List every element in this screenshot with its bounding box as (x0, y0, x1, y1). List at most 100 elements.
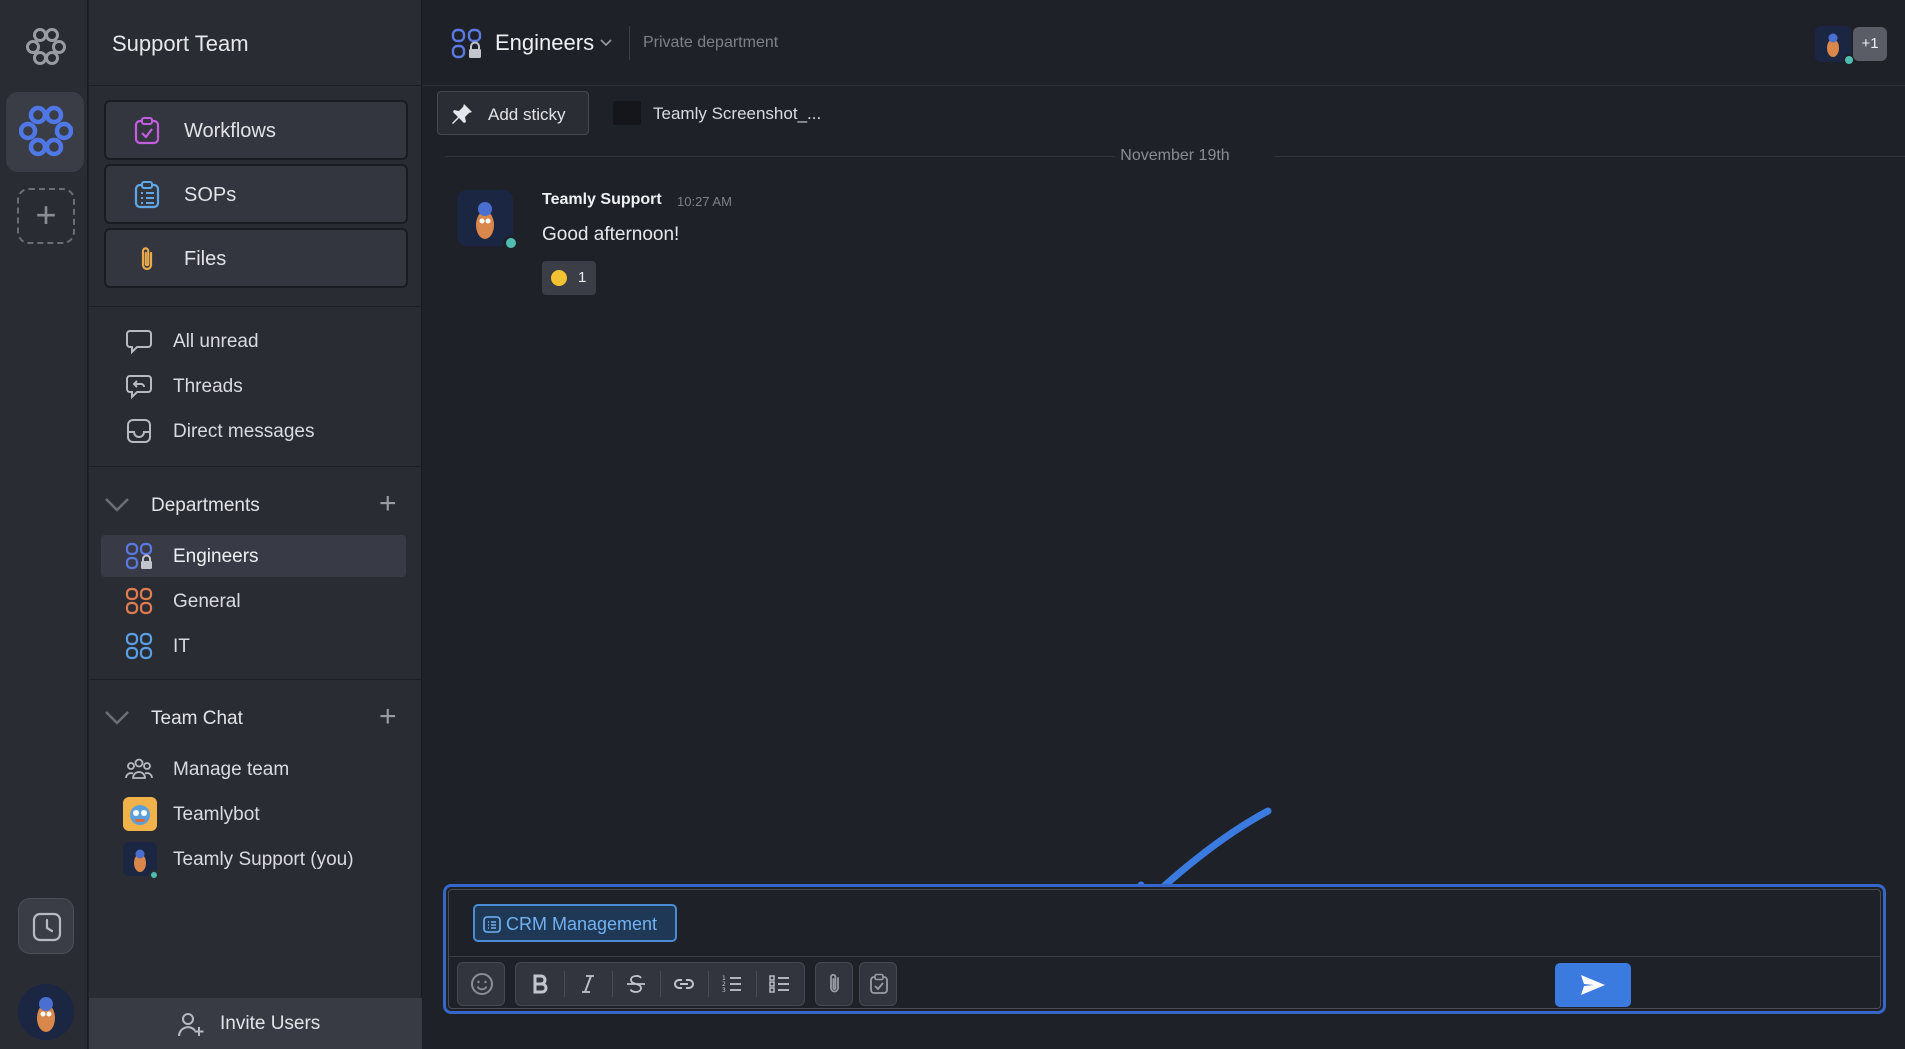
bullet-list-icon (769, 975, 789, 993)
italic-button[interactable] (564, 963, 612, 1005)
italic-icon (582, 975, 594, 993)
threads-icon (126, 375, 152, 400)
attach-file-button[interactable] (811, 963, 859, 1005)
user-avatar[interactable] (18, 984, 74, 1040)
divider (629, 26, 630, 60)
workflows-label: Workflows (184, 120, 276, 142)
team-icon (125, 758, 153, 779)
reaction-count: 1 (578, 269, 587, 286)
chevron-down-icon[interactable] (103, 706, 131, 730)
team-chat-item-teamly-support[interactable]: Teamly Support (you) (89, 838, 422, 880)
sops-label: SOPs (184, 184, 237, 206)
teamlybot-avatar (123, 797, 157, 831)
workflows-button[interactable]: Workflows (104, 100, 408, 160)
message-timestamp: 10:27 AM (677, 194, 732, 209)
composer-box[interactable]: CRM Management 1 2 3 (448, 889, 1881, 1009)
channel-header: Engineers Private department +1 (423, 0, 1905, 86)
message-composer[interactable]: CRM Management 1 2 3 (443, 884, 1886, 1014)
channel-name[interactable]: Engineers (495, 30, 594, 56)
divider (89, 306, 422, 307)
workspace-name[interactable]: Support Team (112, 31, 249, 57)
chevron-down-icon[interactable] (103, 493, 131, 517)
nav-label: Threads (173, 376, 243, 397)
add-chat-button[interactable]: + (379, 701, 397, 733)
smiley-icon (471, 973, 493, 995)
team-chat-label: Teamlybot (173, 804, 260, 825)
strikethrough-icon (627, 975, 645, 993)
team-chat-item-manage-team[interactable]: Manage team (89, 748, 422, 790)
numbered-list-icon: 123 (722, 975, 741, 994)
department-icon (125, 587, 153, 615)
workspace-rail: + (0, 0, 88, 1049)
sops-icon (134, 181, 160, 209)
department-item-general[interactable]: General (89, 580, 422, 622)
department-item-it[interactable]: IT (89, 625, 422, 667)
sop-chip-crm-management[interactable]: CRM Management (473, 904, 677, 942)
link-icon (674, 979, 694, 989)
nav-all-unread[interactable]: All unread (89, 320, 422, 362)
sticky-file-label: Teamly Screenshot_... (653, 104, 822, 123)
chevron-down-icon[interactable] (599, 36, 613, 50)
divider (89, 679, 422, 680)
add-user-icon (178, 1013, 204, 1037)
sticky-bar: Add sticky Teamly Screenshot_... (423, 87, 1905, 141)
team-chat-label: Teamly Support (you) (173, 849, 354, 870)
add-department-button[interactable]: + (379, 488, 397, 520)
send-button[interactable] (1555, 963, 1631, 1007)
attach-workflow-button[interactable] (855, 963, 903, 1005)
inbox-icon (127, 419, 151, 443)
files-label: Files (184, 248, 227, 270)
sidebar: Support Team Workflows SOPs Files All un… (89, 0, 422, 1049)
department-item-engineers[interactable]: Engineers (101, 535, 406, 577)
strikethrough-button[interactable] (612, 963, 660, 1005)
add-workspace-button[interactable]: + (17, 188, 75, 244)
nav-label: All unread (173, 331, 259, 352)
files-button[interactable]: Files (104, 228, 408, 288)
invite-users-button[interactable]: Invite Users (89, 998, 422, 1049)
workflows-icon (134, 117, 160, 145)
pin-icon (452, 104, 472, 124)
bold-button[interactable] (516, 963, 564, 1005)
sops-button[interactable]: SOPs (104, 164, 408, 224)
nav-direct-messages[interactable]: Direct messages (89, 410, 422, 452)
format-toolbar: 123 (515, 962, 805, 1006)
file-thumbnail-icon (613, 101, 641, 125)
channel-members[interactable]: +1 (1815, 26, 1887, 66)
department-icon (125, 632, 153, 660)
date-label: November 19th (1120, 147, 1230, 164)
paperclip-icon (830, 973, 839, 993)
emoji-button[interactable] (458, 963, 506, 1005)
emoji-group (457, 962, 505, 1006)
message: Teamly Support 10:27 AM Good afternoon! … (457, 188, 1357, 308)
invite-users-label: Invite Users (220, 1013, 321, 1034)
more-members-badge[interactable]: +1 (1853, 27, 1887, 61)
add-sticky-button[interactable]: Add sticky (437, 91, 589, 135)
team-chat-section-header[interactable]: Team Chat + (89, 698, 422, 738)
bullet-list-button[interactable] (756, 963, 804, 1005)
grinning-emoji-icon (551, 270, 567, 286)
department-label: General (173, 591, 241, 612)
online-status-dot (503, 235, 519, 251)
departments-section-header[interactable]: Departments + (89, 485, 422, 525)
divider (89, 466, 422, 467)
bold-icon (533, 974, 548, 994)
sticky-file-chip[interactable]: Teamly Screenshot_... (611, 91, 831, 135)
numbered-list-button[interactable]: 123 (708, 963, 756, 1005)
reaction-button[interactable]: 1 (542, 261, 596, 295)
add-sticky-label: Add sticky (488, 105, 566, 124)
link-button[interactable] (660, 963, 708, 1005)
team-chat-label: Manage team (173, 759, 290, 780)
attach-group (815, 962, 853, 1006)
clock-icon[interactable] (18, 898, 74, 954)
divider (449, 956, 1880, 957)
department-locked-icon (125, 542, 153, 570)
message-author[interactable]: Teamly Support (542, 191, 662, 209)
nav-threads[interactable]: Threads (89, 365, 422, 407)
workspace-icon-support-team[interactable] (6, 92, 84, 172)
channel-view: Engineers Private department +1 Add stic… (423, 0, 1905, 1049)
svg-text:3: 3 (722, 987, 726, 994)
app-logo-icon[interactable] (24, 24, 68, 68)
workflow-group (859, 962, 897, 1006)
sops-icon (483, 916, 501, 933)
team-chat-item-teamlybot[interactable]: Teamlybot (89, 793, 422, 835)
